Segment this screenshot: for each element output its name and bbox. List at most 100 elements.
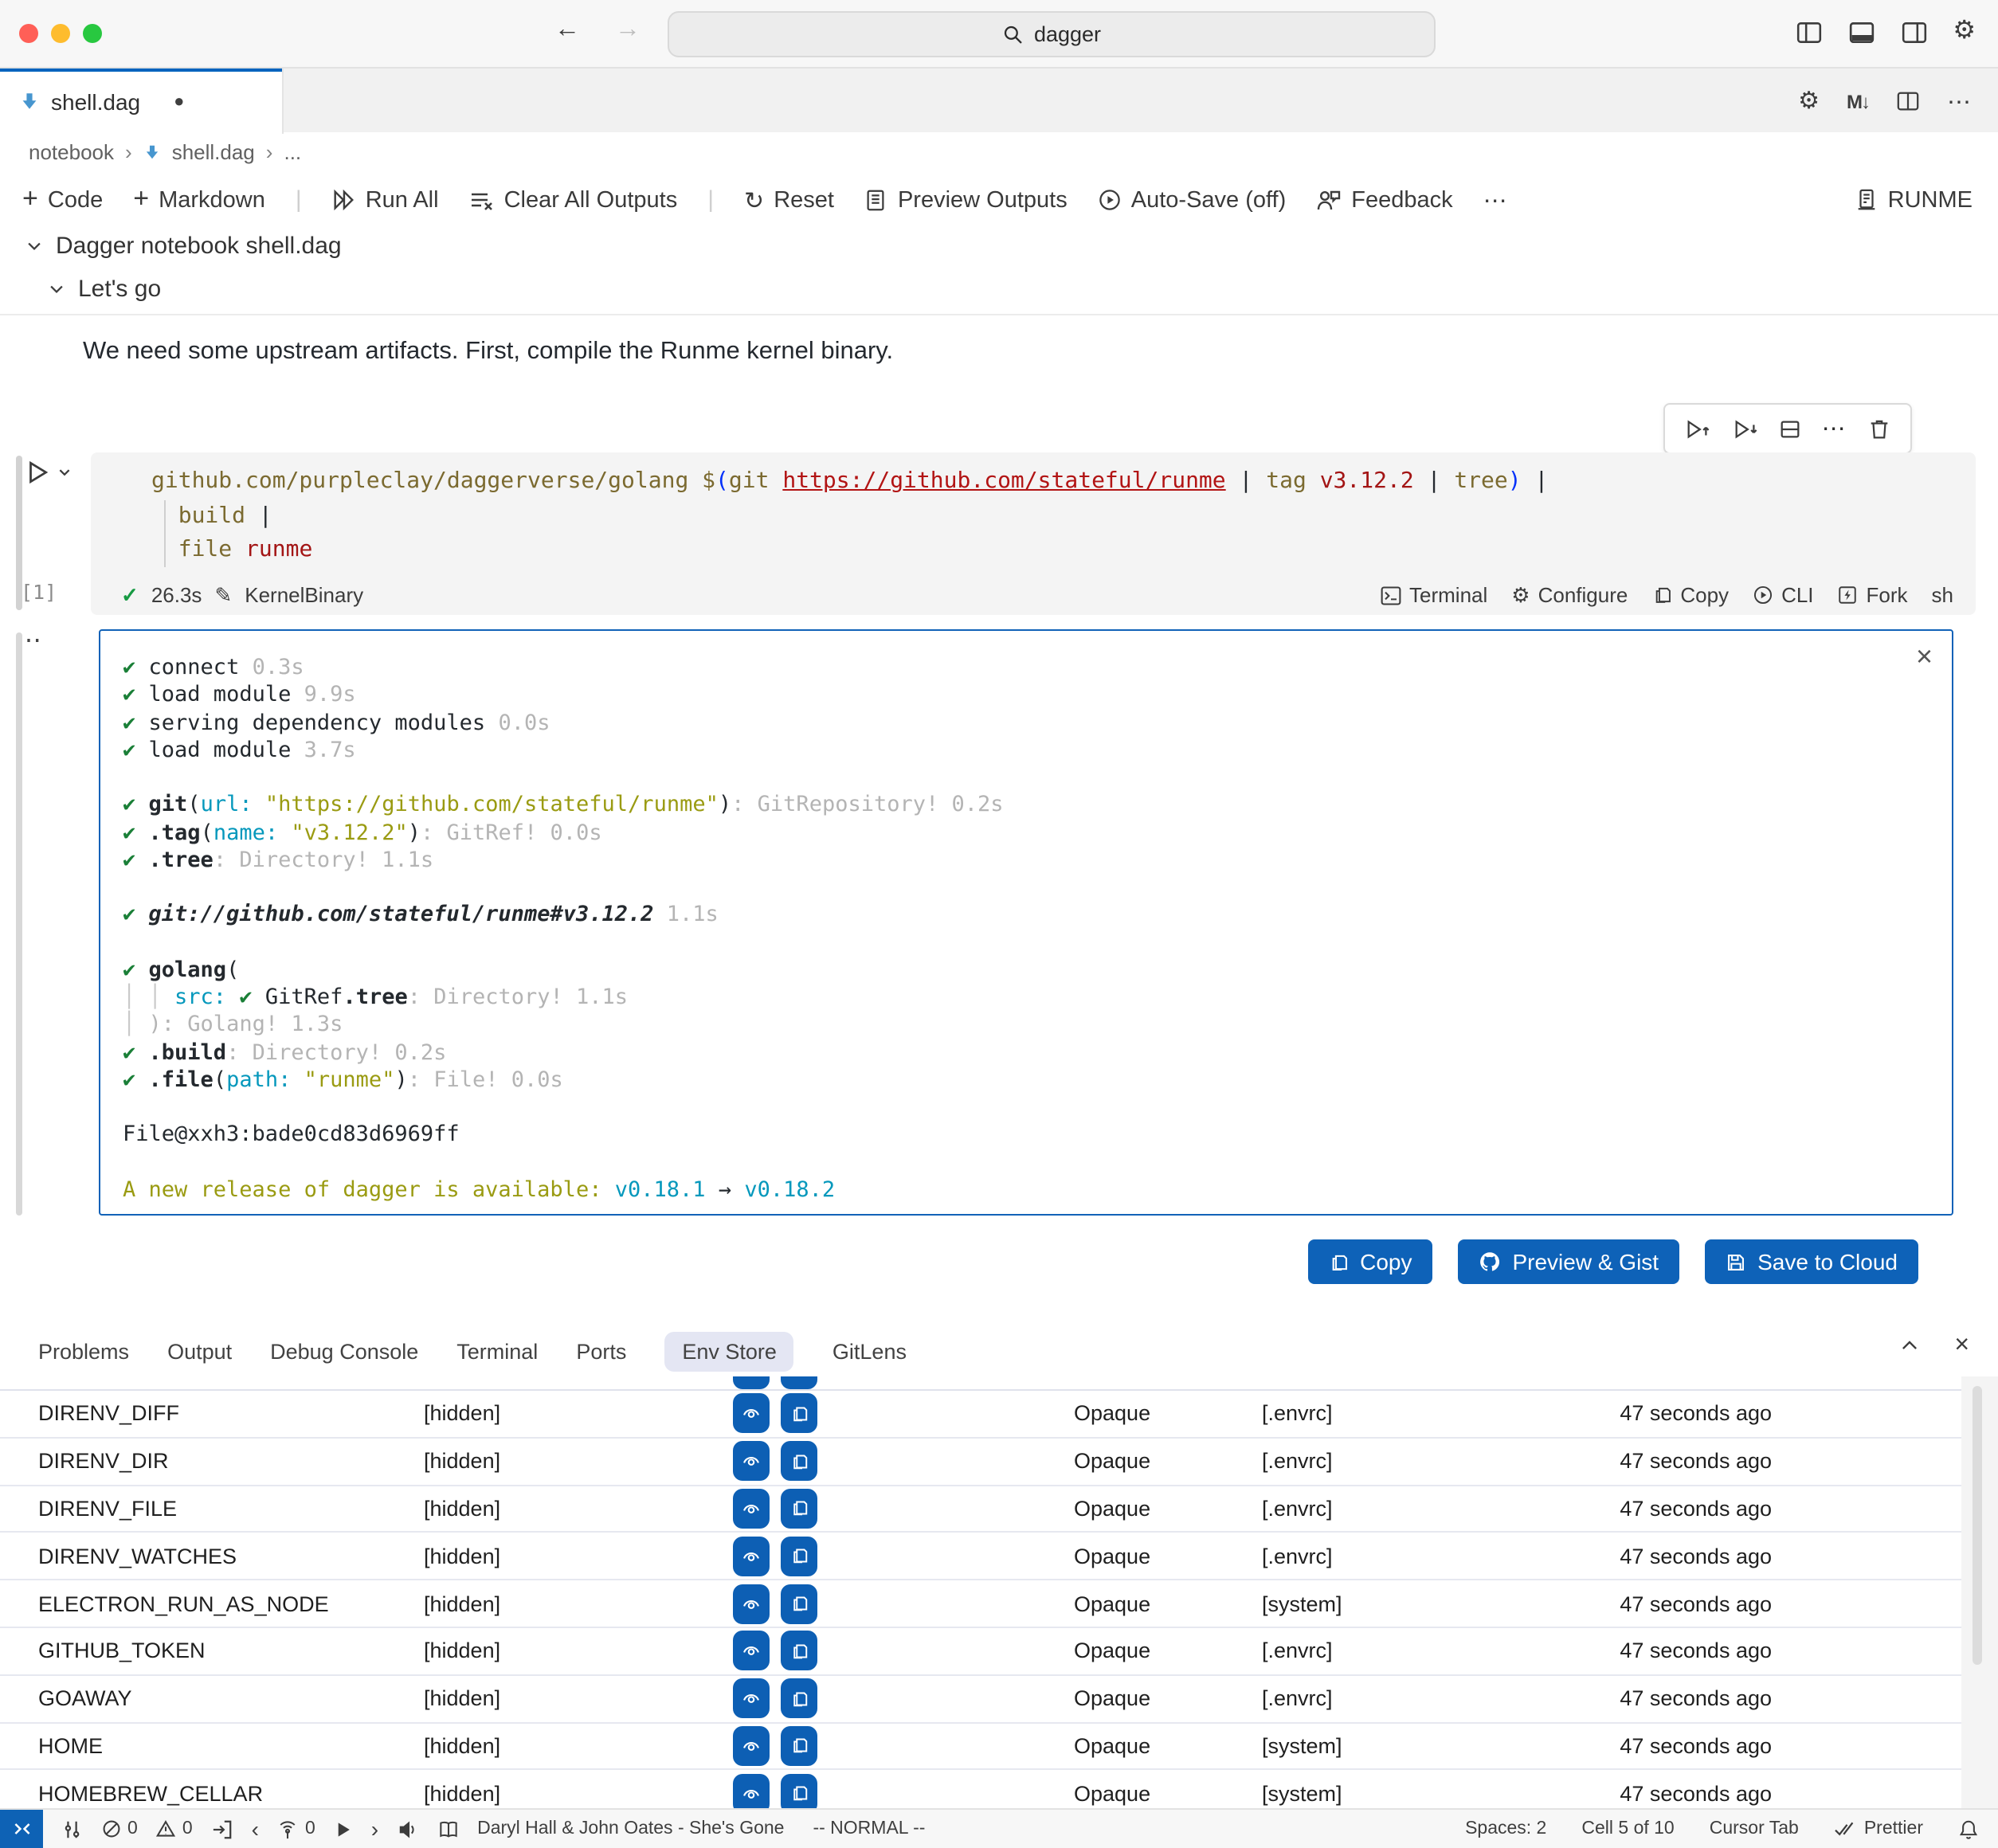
- copy-button[interactable]: [781, 1489, 817, 1529]
- reveal-button[interactable]: [733, 1631, 770, 1671]
- pencil-icon[interactable]: ✎: [214, 582, 232, 608]
- previous-icon[interactable]: ‹: [252, 1821, 259, 1837]
- copy-button[interactable]: [781, 1774, 817, 1808]
- env-row[interactable]: HOME [hidden] Opaque [system] 47 seconds…: [0, 1723, 1961, 1771]
- copy-button[interactable]: [781, 1394, 817, 1434]
- env-row[interactable]: DIRENV_DIR [hidden] Opaque [.envrc] 47 s…: [0, 1439, 1961, 1486]
- tab-shell-dag[interactable]: shell.dag ●: [0, 69, 284, 134]
- toggle-secondary-sidebar-icon[interactable]: [1900, 18, 1927, 45]
- breadcrumb-file[interactable]: shell.dag: [172, 139, 255, 163]
- run-all-button[interactable]: Run All: [332, 187, 439, 213]
- copy-button[interactable]: [781, 1678, 817, 1718]
- autosave-toggle[interactable]: Auto-Save (off): [1098, 187, 1287, 213]
- indentation-setting[interactable]: Spaces: 2: [1465, 1819, 1546, 1838]
- cell-name[interactable]: KernelBinary: [245, 583, 363, 607]
- fork-button[interactable]: Fork: [1838, 583, 1908, 607]
- toggle-panel-icon[interactable]: [1847, 18, 1875, 45]
- run-cell-icon[interactable]: [24, 459, 51, 486]
- section-header-row[interactable]: Let's go: [48, 276, 161, 303]
- back-icon[interactable]: ←: [554, 16, 580, 45]
- tab-debug-console[interactable]: Debug Console: [270, 1339, 418, 1363]
- reader-icon[interactable]: [437, 1819, 458, 1839]
- notebook-settings-icon[interactable]: ⚙: [1798, 87, 1820, 116]
- cursor-tab-setting[interactable]: Cursor Tab: [1710, 1819, 1799, 1838]
- broadcast-count[interactable]: 0: [278, 1819, 315, 1839]
- save-to-cloud-button[interactable]: Save to Cloud: [1705, 1239, 1918, 1284]
- tab-output[interactable]: Output: [167, 1339, 232, 1363]
- tab-problems[interactable]: Problems: [38, 1339, 129, 1363]
- terminal-button[interactable]: Terminal: [1379, 583, 1487, 607]
- code-cell[interactable]: github.com/purpleclay/daggerverse/golang…: [91, 452, 1976, 615]
- close-window-button[interactable]: [19, 24, 38, 43]
- forward-icon[interactable]: →: [615, 16, 641, 45]
- chevron-down-icon[interactable]: [57, 465, 72, 480]
- env-row[interactable]: GITHUB_TOKEN [hidden] Opaque [.envrc] 47…: [0, 1628, 1961, 1676]
- play-icon[interactable]: [335, 1820, 352, 1838]
- preview-outputs-button[interactable]: Preview Outputs: [864, 187, 1068, 213]
- copy-cell-button[interactable]: Copy: [1651, 583, 1729, 607]
- copy-output-button[interactable]: Copy: [1307, 1239, 1432, 1284]
- env-row[interactable]: DIRENV_WATCHES [hidden] Opaque [.envrc] …: [0, 1533, 1961, 1581]
- scrollbar-thumb[interactable]: [1973, 1386, 1982, 1665]
- reset-button[interactable]: ↻ Reset: [744, 186, 834, 214]
- reveal-button[interactable]: [733, 1489, 770, 1529]
- toggle-sidebar-icon[interactable]: [1795, 18, 1822, 45]
- exit-icon[interactable]: [212, 1819, 233, 1839]
- reveal-button[interactable]: [733, 1584, 770, 1623]
- copy-button[interactable]: [781, 1726, 817, 1766]
- next-icon[interactable]: ›: [371, 1821, 378, 1837]
- toolbar-more-icon[interactable]: ⋯: [1483, 186, 1509, 214]
- markdown-export-icon[interactable]: M↓: [1847, 90, 1869, 112]
- add-code-cell-button[interactable]: + Code: [22, 186, 103, 214]
- notebook-title-row[interactable]: Dagger notebook shell.dag: [25, 233, 342, 260]
- env-row[interactable]: GOAWAY [hidden] Opaque [.envrc] 47 secon…: [0, 1676, 1961, 1724]
- add-markdown-cell-button[interactable]: + Markdown: [133, 186, 265, 214]
- copy-button[interactable]: [781, 1537, 817, 1576]
- env-row[interactable]: DIRENV_FILE [hidden] Opaque [.envrc] 47 …: [0, 1486, 1961, 1533]
- copy-button[interactable]: [781, 1584, 817, 1623]
- configure-button[interactable]: ⚙ Configure: [1511, 581, 1628, 609]
- command-center-search[interactable]: dagger: [668, 11, 1436, 57]
- reveal-button[interactable]: [733, 1441, 770, 1481]
- execute-below-icon[interactable]: [1731, 415, 1758, 442]
- split-cell-icon[interactable]: [1778, 417, 1802, 440]
- clear-all-outputs-button[interactable]: Clear All Outputs: [469, 187, 678, 213]
- tab-env-store[interactable]: Env Store: [664, 1331, 794, 1371]
- tab-terminal[interactable]: Terminal: [456, 1339, 538, 1363]
- minimize-window-button[interactable]: [51, 24, 70, 43]
- reveal-button[interactable]: [733, 1774, 770, 1808]
- preview-gist-button[interactable]: Preview & Gist: [1458, 1239, 1679, 1284]
- copy-button[interactable]: [781, 1376, 817, 1389]
- modified-dot-icon[interactable]: ●: [174, 92, 184, 111]
- runme-button[interactable]: RUNME: [1855, 187, 1973, 213]
- speaker-icon[interactable]: [398, 1819, 418, 1839]
- feedback-button[interactable]: Feedback: [1316, 187, 1452, 213]
- copy-button[interactable]: [781, 1631, 817, 1671]
- now-playing[interactable]: Daryl Hall & John Oates - She's Gone: [477, 1819, 784, 1838]
- reveal-button[interactable]: [733, 1537, 770, 1576]
- zoom-window-button[interactable]: [83, 24, 102, 43]
- launchpad-icon[interactable]: [62, 1819, 83, 1839]
- env-row[interactable]: HOMEBREW_CELLAR [hidden] Opaque [system]…: [0, 1771, 1961, 1808]
- breadcrumb-folder[interactable]: notebook: [29, 139, 114, 163]
- reveal-button[interactable]: [733, 1376, 770, 1389]
- cli-button[interactable]: CLI: [1753, 583, 1813, 607]
- env-row[interactable]: ELECTRON_RUN_AS_NODE [hidden] Opaque [sy…: [0, 1580, 1961, 1628]
- maximize-panel-icon[interactable]: [1898, 1335, 1919, 1356]
- remote-indicator[interactable]: [0, 1810, 43, 1848]
- more-actions-icon[interactable]: ⋯: [1947, 87, 1973, 116]
- tab-gitlens[interactable]: GitLens: [832, 1339, 907, 1363]
- env-row[interactable]: DIRENV_DIFF [hidden] Opaque [.envrc] 47 …: [0, 1391, 1961, 1439]
- settings-gear-icon[interactable]: ⚙: [1953, 18, 1976, 46]
- close-output-icon[interactable]: ×: [1916, 640, 1933, 674]
- copy-button[interactable]: [781, 1441, 817, 1481]
- delete-cell-icon[interactable]: [1867, 417, 1890, 440]
- error-count[interactable]: 0: [102, 1819, 138, 1838]
- notifications-bell-icon[interactable]: [1958, 1819, 1979, 1839]
- cell-more-icon[interactable]: ⋯: [1822, 414, 1847, 443]
- code-editor[interactable]: github.com/purpleclay/daggerverse/golang…: [91, 452, 1976, 568]
- reveal-button[interactable]: [733, 1394, 770, 1434]
- breadcrumb-more[interactable]: ...: [284, 139, 301, 163]
- reveal-button[interactable]: [733, 1678, 770, 1718]
- cell-position[interactable]: Cell 5 of 10: [1581, 1819, 1674, 1838]
